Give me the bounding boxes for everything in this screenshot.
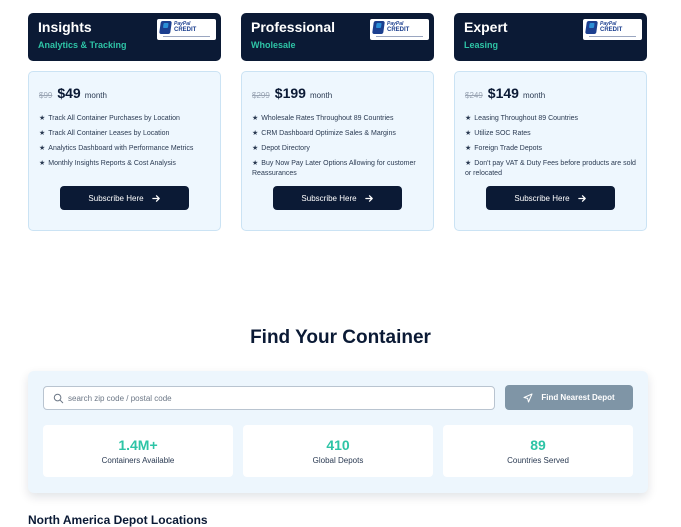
paypal-credit-logo: PayPal CREDIT: [370, 19, 429, 40]
star-icon: ★: [252, 145, 259, 152]
plan-subtitle: Wholesale: [251, 40, 296, 50]
feature-item: ★ Buy Now Pay Later Options Allowing for …: [252, 160, 416, 177]
subscribe-label: Subscribe Here: [301, 193, 357, 203]
arrow-right-icon: [151, 194, 160, 202]
star-icon: ★: [39, 115, 46, 122]
paypal-icon: [159, 21, 172, 34]
price-row: $99 $49 month: [39, 85, 211, 103]
stat-label: Countries Served: [507, 456, 569, 465]
plan-header: Insights Analytics & Tracking PayPal CRE…: [28, 13, 221, 61]
paypal-tagline: [589, 36, 636, 37]
old-price: $249: [465, 91, 483, 100]
feature-list: ★ Wholesale Rates Throughout 89 Countries…: [252, 114, 424, 179]
feature-item: ★ Depot Directory: [252, 145, 310, 152]
subscribe-button[interactable]: Subscribe Here: [273, 186, 402, 210]
stat-card-depots: 410 Global Depots: [243, 425, 433, 477]
star-icon: ★: [465, 145, 472, 152]
arrow-right-icon: [364, 194, 373, 202]
zip-search-input[interactable]: [68, 390, 488, 406]
find-container-heading: Find Your Container: [250, 327, 431, 348]
star-icon: ★: [252, 115, 259, 122]
old-price: $299: [252, 91, 270, 100]
find-button-label: Find Nearest Depot: [541, 393, 615, 402]
plan-card-professional: Professional Wholesale PayPal CREDIT $29…: [241, 13, 434, 231]
star-icon: ★: [39, 160, 46, 167]
current-price: $149: [487, 85, 519, 101]
plan-subtitle: Leasing: [464, 40, 499, 50]
feature-item: ★ Don't pay VAT & Duty Fees before produc…: [465, 160, 636, 177]
feature-item: ★ CRM Dashboard Optimize Sales & Margins: [252, 130, 396, 137]
feature-item: ★ Monthly Insights Reports & Cost Analysi…: [39, 160, 176, 167]
stat-card-containers: 1.4M+ Containers Available: [43, 425, 233, 477]
old-price: $99: [39, 91, 53, 100]
feature-list: ★ Track All Container Purchases by Locati…: [39, 114, 211, 169]
navigation-arrow-icon: [523, 393, 533, 402]
paypal-credit-logo: PayPal CREDIT: [157, 19, 216, 40]
paypal-credit-word: CREDIT: [600, 27, 623, 33]
star-icon: ★: [465, 115, 472, 122]
star-icon: ★: [252, 130, 259, 137]
paypal-credit-word: CREDIT: [387, 27, 410, 33]
feature-item: ★ Track All Container Leases by Location: [39, 130, 170, 137]
paypal-credit-logo: PayPal CREDIT: [583, 19, 642, 40]
plan-card-insights: Insights Analytics & Tracking PayPal CRE…: [28, 13, 221, 231]
stat-value: 89: [530, 437, 546, 453]
arrow-right-icon: [577, 194, 586, 202]
plan-body: $299 $199 month ★ Wholesale Rates Through…: [241, 71, 434, 231]
feature-item: ★ Leasing Throughout 89 Countries: [465, 115, 579, 122]
plan-subtitle: Analytics & Tracking: [38, 40, 127, 50]
feature-item: ★ Wholesale Rates Throughout 89 Countries: [252, 115, 394, 122]
current-price: $49: [57, 85, 81, 101]
pricing-plans: Insights Analytics & Tracking PayPal CRE…: [28, 13, 648, 231]
search-icon: [53, 393, 64, 404]
star-icon: ★: [465, 160, 472, 167]
subscribe-label: Subscribe Here: [88, 193, 144, 203]
feature-item: ★ Analytics Dashboard with Performance Me…: [39, 145, 194, 152]
star-icon: ★: [465, 130, 472, 137]
star-icon: ★: [39, 145, 46, 152]
search-box[interactable]: [43, 386, 495, 410]
price-period: month: [522, 91, 546, 100]
stat-label: Global Depots: [312, 456, 364, 465]
paypal-tagline: [376, 36, 423, 37]
depot-locations-heading: North America Depot Locations: [28, 513, 208, 527]
plan-body: $249 $149 month ★ Leasing Throughout 89 C…: [454, 71, 647, 231]
plan-header: Professional Wholesale PayPal CREDIT: [241, 13, 434, 61]
paypal-icon: [585, 21, 598, 34]
feature-list: ★ Leasing Throughout 89 Countries ★ Utiliz…: [465, 114, 637, 179]
stat-label: Containers Available: [101, 456, 175, 465]
paypal-icon: [372, 21, 385, 34]
stat-card-countries: 89 Countries Served: [443, 425, 633, 477]
feature-item: ★ Foreign Trade Depots: [465, 145, 542, 152]
current-price: $199: [274, 85, 306, 101]
plan-header: Expert Leasing PayPal CREDIT: [454, 13, 647, 61]
subscribe-button[interactable]: Subscribe Here: [486, 186, 615, 210]
price-row: $299 $199 month: [252, 85, 424, 103]
feature-item: ★ Track All Container Purchases by Locati…: [39, 115, 180, 122]
star-icon: ★: [252, 160, 259, 167]
price-row: $249 $149 month: [465, 85, 637, 103]
plan-body: $99 $49 month ★ Track All Container Purch…: [28, 71, 221, 231]
find-nearest-depot-button[interactable]: Find Nearest Depot: [505, 385, 633, 410]
subscribe-label: Subscribe Here: [514, 193, 570, 203]
find-container-panel: Find Nearest Depot 1.4M+ Containers Avai…: [28, 371, 648, 493]
star-icon: ★: [39, 130, 46, 137]
paypal-credit-word: CREDIT: [174, 27, 197, 33]
feature-item: ★ Utilize SOC Rates: [465, 130, 531, 137]
stat-value: 410: [326, 437, 350, 453]
plan-card-expert: Expert Leasing PayPal CREDIT $249 $149 m…: [454, 13, 647, 231]
subscribe-button[interactable]: Subscribe Here: [60, 186, 189, 210]
price-period: month: [84, 91, 107, 100]
stat-value: 1.4M+: [118, 437, 158, 453]
paypal-tagline: [163, 36, 210, 37]
price-period: month: [309, 91, 333, 100]
